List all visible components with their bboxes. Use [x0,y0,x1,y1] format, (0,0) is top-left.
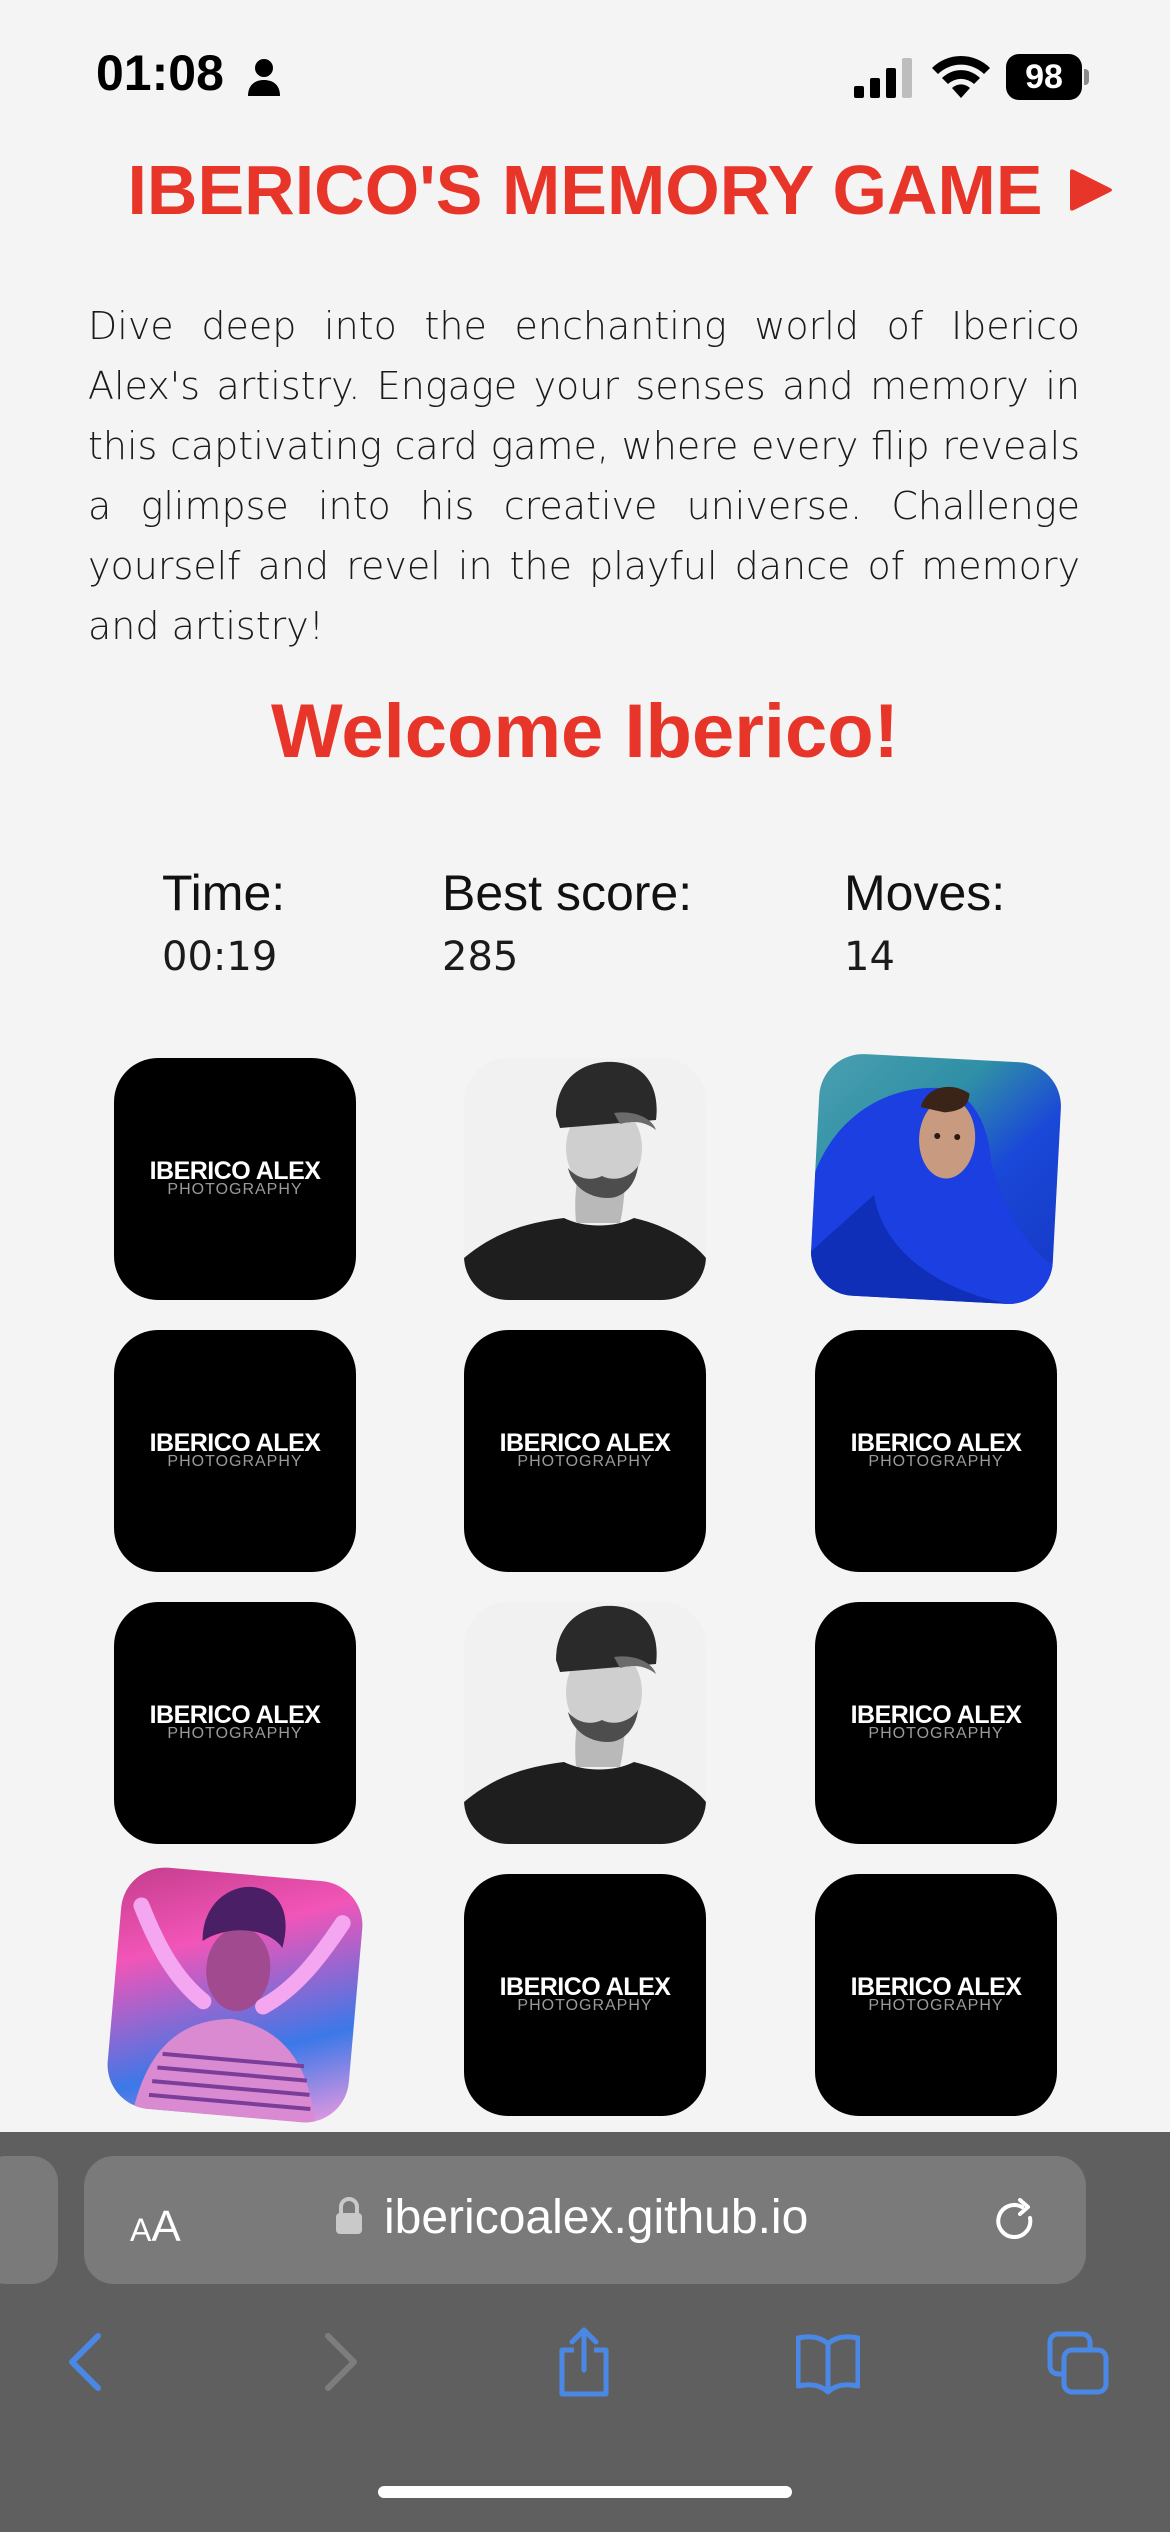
stat-best-score: Best score: 285 [442,864,692,980]
text-size-big: A [151,2202,181,2251]
lock-icon [336,2197,362,2234]
page-title: IBERICO'S MEMORY GAME [127,151,1043,229]
card-face-down[interactable]: IBERICO ALEX PHOTOGRAPHY [815,1602,1057,1844]
back-icon[interactable] [56,2326,120,2398]
card-brand-subtext: PHOTOGRAPHY [868,1997,1004,2014]
url-text[interactable]: ibericoalex.github.io [384,2190,808,2245]
card-face-up-woman-pink-neon[interactable] [103,1863,367,2127]
battery-indicator: 98 [1006,54,1089,100]
stat-moves: Moves: 14 [844,864,1005,980]
card-photo [133,1886,351,2124]
card-brand-subtext: PHOTOGRAPHY [167,1725,303,1742]
text-size-small: A [130,2212,152,2248]
welcome-heading: Welcome Iberico! [271,689,899,774]
card-face-down[interactable]: IBERICO ALEX PHOTOGRAPHY [815,1330,1057,1572]
play-icon[interactable] [1066,166,1114,214]
tabs-icon[interactable] [1046,2326,1110,2398]
card-photo [808,1086,1053,1307]
signal-icon [854,58,912,98]
person-icon [248,59,280,96]
wifi-icon [932,55,990,98]
stat-time: Time: 00:19 [162,864,285,980]
card-face-down[interactable]: IBERICO ALEX PHOTOGRAPHY [114,1602,356,1844]
bookmarks-icon[interactable] [796,2326,860,2398]
card-photo [464,1602,706,1844]
battery-nub [1084,69,1089,85]
game-description: Dive deep into the enchanting world of I… [88,304,1080,648]
previous-tab-edge[interactable] [0,2156,58,2284]
best-score-value: 285 [442,934,519,980]
card-brand-subtext: PHOTOGRAPHY [868,1453,1004,1470]
card-photo [464,1058,706,1300]
card-face-down[interactable]: IBERICO ALEX PHOTOGRAPHY [464,1874,706,2116]
share-icon[interactable] [552,2326,616,2398]
card-face-down[interactable]: IBERICO ALEX PHOTOGRAPHY [114,1330,356,1572]
card-brand-subtext: PHOTOGRAPHY [517,1997,653,2014]
card-face-down[interactable]: IBERICO ALEX PHOTOGRAPHY [464,1330,706,1572]
card-face-up-man-beanie-bw[interactable] [464,1602,706,1844]
card-face-up-man-beanie-bw[interactable] [464,1058,706,1300]
best-score-label: Best score: [442,865,693,921]
card-brand-subtext: PHOTOGRAPHY [167,1181,303,1198]
text-size-button[interactable]: AA [130,2202,181,2252]
card-brand-subtext: PHOTOGRAPHY [517,1453,653,1470]
moves-label: Moves: [844,865,1006,921]
card-brand-subtext: PHOTOGRAPHY [868,1725,1004,1742]
card-face-down[interactable]: IBERICO ALEX PHOTOGRAPHY [815,1874,1057,2116]
time-label: Time: [162,865,286,921]
card-face-down[interactable]: IBERICO ALEX PHOTOGRAPHY [114,1058,356,1300]
home-indicator [378,2486,792,2498]
forward-icon[interactable] [306,2326,370,2398]
browser-toolbar: AA ibericoalex.github.io [0,2132,1170,2532]
status-bar: 01:08 98 [0,0,1170,150]
battery-level: 98 [1006,54,1082,100]
time-value: 00:19 [162,934,278,980]
card-brand-subtext: PHOTOGRAPHY [167,1453,303,1470]
moves-value: 14 [844,934,895,980]
reload-icon[interactable] [992,2198,1040,2246]
status-time: 01:08 [96,45,224,101]
card-face-up-man-blue-hood[interactable] [808,1051,1064,1307]
